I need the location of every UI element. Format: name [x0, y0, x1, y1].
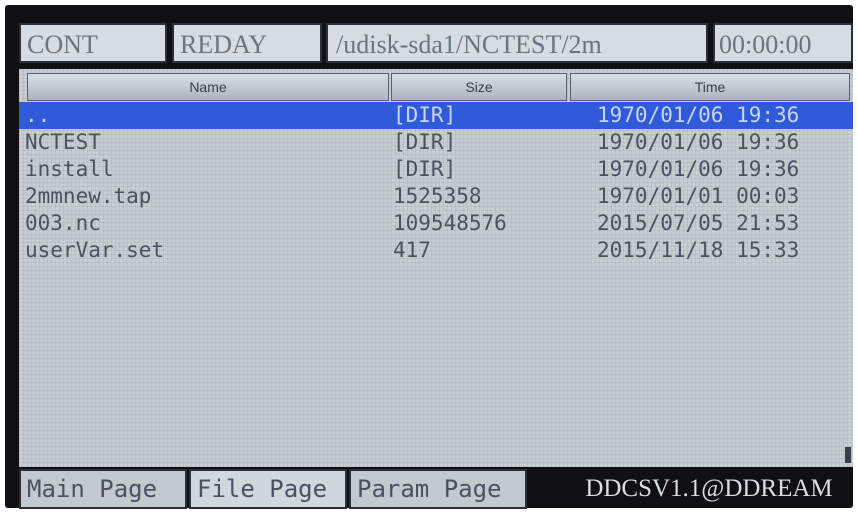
file-size: 1525358 — [393, 184, 482, 208]
file-size: 417 — [393, 238, 431, 262]
tab-main-page[interactable]: Main Page — [19, 469, 187, 509]
file-time: 2015/11/18 15:33 — [597, 238, 800, 262]
file-size: [DIR] — [393, 157, 457, 181]
file-time: 1970/01/06 19:36 — [597, 103, 800, 127]
current-path-display: /udisk-sda1/NCTEST/2m — [326, 23, 708, 63]
file-name: 2mmnew.tap — [25, 184, 152, 208]
file-list-rows: .. [DIR] 1970/01/06 19:36 NCTEST [DIR] 1… — [19, 102, 853, 264]
column-header-time[interactable]: Time — [570, 73, 850, 101]
file-size: 109548576 — [393, 211, 507, 235]
scrollbar-indicator[interactable] — [845, 447, 851, 463]
file-row[interactable]: userVar.set 417 2015/11/18 15:33 — [19, 237, 853, 264]
file-name: install — [25, 157, 114, 181]
file-row[interactable]: 2mmnew.tap 1525358 1970/01/01 00:03 — [19, 183, 853, 210]
file-size: [DIR] — [393, 130, 457, 154]
file-row[interactable]: 003.nc 109548576 2015/07/05 21:53 — [19, 210, 853, 237]
clock-display: 00:00:00 — [713, 23, 853, 63]
file-list-panel[interactable]: Name Size Time .. [DIR] 1970/01/06 19:36… — [19, 69, 853, 467]
file-name: 003.nc — [25, 211, 101, 235]
file-time: 1970/01/06 19:36 — [597, 157, 800, 181]
firmware-version-label: DDCSV1.1@DDREAM — [585, 475, 833, 502]
mode-indicator: CONT — [19, 23, 167, 63]
column-header-size[interactable]: Size — [391, 73, 567, 101]
file-row[interactable]: NCTEST [DIR] 1970/01/06 19:36 — [19, 129, 853, 156]
file-time: 2015/07/05 21:53 — [597, 211, 800, 235]
controller-screen: CONT REDAY /udisk-sda1/NCTEST/2m 00:00:0… — [5, 5, 853, 509]
machine-state-indicator: REDAY — [172, 23, 322, 63]
tab-file-page[interactable]: File Page — [189, 469, 347, 509]
file-time: 1970/01/01 00:03 — [597, 184, 800, 208]
file-time: 1970/01/06 19:36 — [597, 130, 800, 154]
tab-param-page[interactable]: Param Page — [349, 469, 527, 509]
file-name: .. — [25, 103, 51, 127]
file-row-parent-dir[interactable]: .. [DIR] 1970/01/06 19:36 — [19, 102, 853, 129]
file-name: NCTEST — [25, 130, 101, 154]
column-header-name[interactable]: Name — [27, 73, 389, 101]
file-row[interactable]: install [DIR] 1970/01/06 19:36 — [19, 156, 853, 183]
file-name: userVar.set — [25, 238, 165, 262]
file-size: [DIR] — [393, 103, 457, 127]
